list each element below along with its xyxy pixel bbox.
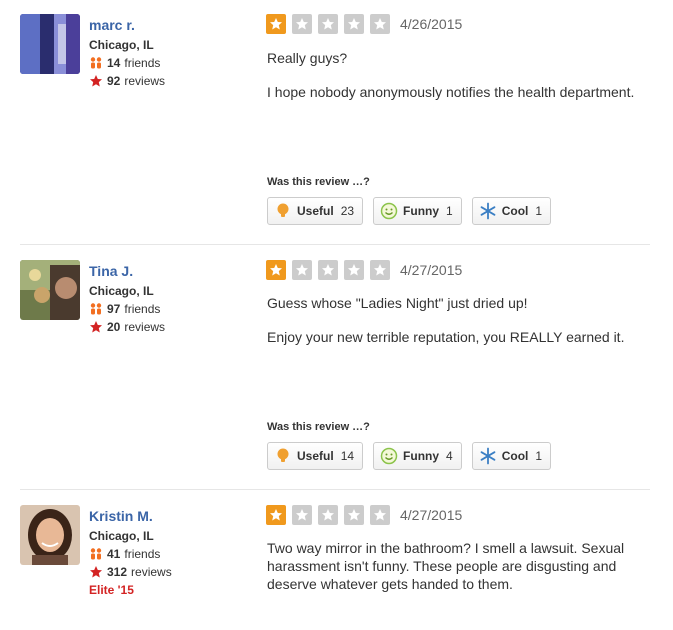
star-icon <box>292 260 312 280</box>
user-name-link[interactable]: Tina J. <box>89 262 165 280</box>
star-rating: 4/27/2015 <box>266 505 462 525</box>
friends-icon <box>89 547 103 561</box>
elite-badge[interactable]: Elite '15 <box>89 582 172 598</box>
vote-buttons: Useful 23 Funny 1 Cool 1 <box>267 197 561 225</box>
star-icon <box>292 505 312 525</box>
review-paragraph: Enjoy your new terrible reputation, you … <box>267 329 625 345</box>
vote-prompt: Was this review …? <box>267 176 370 188</box>
user-name-link[interactable]: Kristin M. <box>89 507 172 525</box>
snowflake-icon <box>479 447 497 465</box>
user-location: Chicago, IL <box>89 284 154 298</box>
useful-button[interactable]: Useful 14 <box>267 442 364 470</box>
vote-buttons: Useful 14 Funny 4 Cool 1 <box>267 442 561 470</box>
star-icon <box>318 260 338 280</box>
friends-icon <box>89 56 103 70</box>
review-item: marc r. Chicago, IL 14 friends 92 reviews … <box>0 14 673 244</box>
review-date: 4/27/2015 <box>400 507 463 523</box>
cool-button[interactable]: Cool 1 <box>471 197 552 225</box>
friends-count: 14 friends <box>89 55 165 71</box>
user-avatar[interactable] <box>20 260 80 320</box>
star-icon <box>266 14 286 34</box>
star-icon <box>344 14 364 34</box>
star-icon <box>344 260 364 280</box>
user-location: Chicago, IL <box>89 38 154 52</box>
vote-prompt: Was this review …? <box>267 421 370 433</box>
star-icon <box>266 260 286 280</box>
user-avatar[interactable] <box>20 505 80 565</box>
user-avatar[interactable] <box>20 14 80 74</box>
friends-icon <box>89 302 103 316</box>
review-date: 4/27/2015 <box>400 262 463 278</box>
friends-count: 97 friends <box>89 301 165 317</box>
star-icon <box>370 260 390 280</box>
review-date: 4/26/2015 <box>400 16 463 32</box>
user-name-link[interactable]: marc r. <box>89 16 165 34</box>
friends-count: 41 friends <box>89 546 172 562</box>
star-icon <box>318 505 338 525</box>
snowflake-icon <box>479 202 497 220</box>
review-item: Kristin M. Chicago, IL 41 friends 312 revi… <box>0 505 673 630</box>
star-icon <box>370 505 390 525</box>
star-icon <box>318 14 338 34</box>
review-paragraph: Two way mirror in the bathroom? I smell … <box>267 540 625 592</box>
cool-button[interactable]: Cool 1 <box>471 442 552 470</box>
review-paragraph: Guess whose "Ladies Night" just dried up… <box>267 295 528 311</box>
star-rating: 4/27/2015 <box>266 260 462 280</box>
star-icon <box>344 505 364 525</box>
star-icon <box>266 505 286 525</box>
star-icon <box>89 74 103 88</box>
smiley-icon <box>380 202 398 220</box>
review-paragraph: Really guys? <box>267 50 348 66</box>
smiley-icon <box>380 447 398 465</box>
review-paragraph: I hope nobody anonymously notifies the h… <box>267 84 635 100</box>
review-item: Tina J. Chicago, IL 97 friends 20 reviews … <box>0 260 673 488</box>
useful-button[interactable]: Useful 23 <box>267 197 364 225</box>
star-icon <box>292 14 312 34</box>
user-info: Kristin M. Chicago, IL 41 friends 312 revi… <box>89 507 172 598</box>
user-info: Tina J. Chicago, IL 97 friends 20 reviews <box>89 262 165 335</box>
star-rating: 4/26/2015 <box>266 14 462 34</box>
reviews-count: 20 reviews <box>89 319 165 335</box>
star-icon <box>89 320 103 334</box>
funny-button[interactable]: Funny 1 <box>373 197 462 225</box>
user-info: marc r. Chicago, IL 14 friends 92 reviews <box>89 16 165 89</box>
review-text: Two way mirror in the bathroom? I smell … <box>267 539 647 609</box>
review-text: Guess whose "Ladies Night" just dried up… <box>267 294 657 362</box>
lightbulb-icon <box>274 447 292 465</box>
divider <box>20 244 650 245</box>
user-location: Chicago, IL <box>89 529 154 543</box>
reviews-count: 312 reviews <box>89 564 172 580</box>
star-icon <box>89 565 103 579</box>
star-icon <box>370 14 390 34</box>
review-text: Really guys? I hope nobody anonymously n… <box>267 49 657 117</box>
divider <box>20 489 650 490</box>
reviews-count: 92 reviews <box>89 73 165 89</box>
lightbulb-icon <box>274 202 292 220</box>
funny-button[interactable]: Funny 4 <box>373 442 462 470</box>
